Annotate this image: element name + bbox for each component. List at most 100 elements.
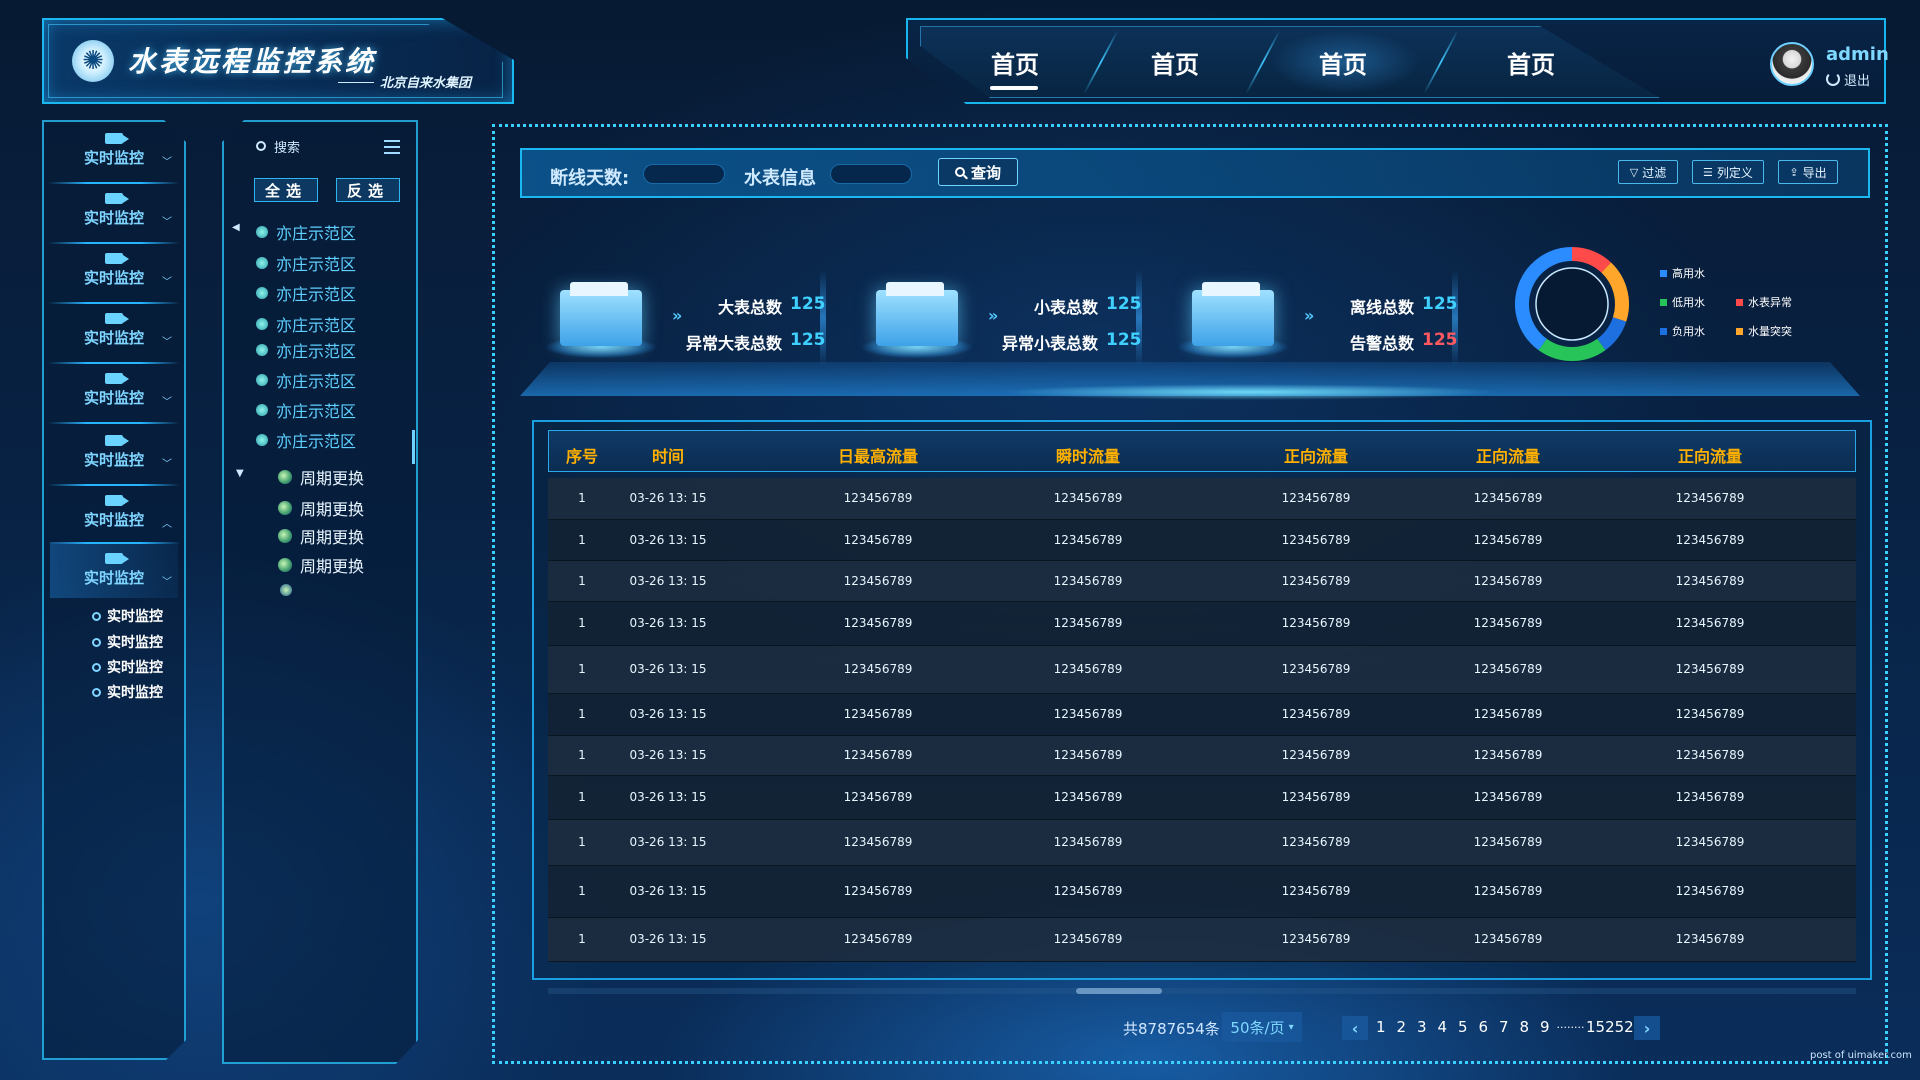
folder-icon xyxy=(560,282,642,346)
sidebar-item-realtime-monitor[interactable]: 实时监控 ﹀ xyxy=(50,542,178,598)
legend-label: 低用水 xyxy=(1672,296,1705,309)
table-cell: 123456789 xyxy=(1053,835,1123,849)
table-hscrollbar[interactable] xyxy=(548,988,1856,994)
sidebar-subitem-realtime-monitor[interactable]: 实时监控 xyxy=(92,632,163,652)
table-column-header[interactable]: 正向流量 xyxy=(1650,443,1770,467)
page-number[interactable]: 4 xyxy=(1438,1018,1448,1036)
caret-down-icon[interactable]: ▼ xyxy=(236,468,244,479)
page-number[interactable]: 5 xyxy=(1458,1018,1468,1036)
tree-node-region[interactable]: 亦庄示范区 xyxy=(256,220,356,244)
page-number[interactable]: 3 xyxy=(1417,1018,1427,1036)
sidebar-item-label: 实时监控 xyxy=(83,388,144,407)
page-number[interactable]: 1 xyxy=(1376,1018,1386,1036)
table-column-header[interactable]: 日最高流量 xyxy=(818,443,938,467)
tree-node-region[interactable]: 亦庄示范区 xyxy=(256,398,356,422)
table-cell: 123456789 xyxy=(1281,662,1351,676)
tree-node-region[interactable]: 亦庄示范区 xyxy=(256,428,356,452)
tree-search-input[interactable] xyxy=(274,138,364,158)
table-cell: 123456789 xyxy=(1053,532,1123,547)
page-size-select[interactable]: 50条/页 ▾ xyxy=(1222,1012,1302,1042)
table-column-header[interactable]: 时间 xyxy=(608,443,728,467)
sidebar-subitem-label: 实时监控 xyxy=(107,635,163,651)
export-button[interactable]: ⇪ 导出 xyxy=(1778,160,1838,184)
filter-button[interactable]: ▽ 过滤 xyxy=(1618,160,1678,184)
table-column-header[interactable]: 正向流量 xyxy=(1448,443,1568,467)
offline-days-label: 断线天数: xyxy=(550,168,630,189)
page-number[interactable]: 2 xyxy=(1397,1018,1407,1036)
table-cell: 123456789 xyxy=(1053,491,1123,505)
tree-node-region[interactable]: 亦庄示范区 xyxy=(256,312,356,336)
table-cell: 123456789 xyxy=(1675,616,1745,630)
table-cell: 03-26 13: 15 xyxy=(629,532,707,547)
page-number[interactable]: 8 xyxy=(1520,1018,1530,1036)
tab-home-3[interactable]: 首页 xyxy=(1268,30,1418,94)
tree-node-region[interactable]: 亦庄示范区 xyxy=(256,281,356,305)
table-column-header[interactable]: 正向流量 xyxy=(1256,443,1376,467)
sidebar-item-realtime-monitor[interactable]: 实时监控 ﹀ xyxy=(50,242,178,298)
stat-divider xyxy=(820,270,826,366)
select-all-button[interactable]: 全选 xyxy=(254,178,318,202)
circle-bullet-icon xyxy=(92,637,101,647)
table-column-header[interactable]: 瞬时流量 xyxy=(1028,443,1148,467)
sidebar-subitem-realtime-monitor[interactable]: 实时监控 xyxy=(92,657,163,677)
table-cell: 123456789 xyxy=(1675,491,1745,505)
sidebar-subitem-realtime-monitor[interactable]: 实时监控 xyxy=(92,606,163,626)
table-hscroll-thumb[interactable] xyxy=(1076,988,1162,994)
sidebar-divider xyxy=(48,302,180,304)
page-number[interactable]: 6 xyxy=(1479,1018,1489,1036)
tree-child-cycle-replace[interactable]: 周期更换 xyxy=(278,524,364,548)
column-define-button[interactable]: ☰ 列定义 xyxy=(1692,160,1764,184)
tree-node-region[interactable]: 亦庄示范区 xyxy=(256,368,356,392)
meter-info-input[interactable] xyxy=(830,164,912,184)
stat-label: 大表总数 xyxy=(717,298,782,317)
tree-node-region[interactable]: 亦庄示范区 xyxy=(256,338,356,362)
tab-home-4[interactable]: 首页 xyxy=(1456,30,1606,94)
tree-child-cycle-replace[interactable]: 周期更换 xyxy=(278,496,364,520)
sidebar-item-realtime-monitor[interactable]: 实时监控 ﹀ xyxy=(50,362,178,418)
logout-icon[interactable] xyxy=(1826,72,1840,86)
logout-link[interactable]: 退出 xyxy=(1844,70,1870,89)
tree-child-cycle-replace[interactable]: 周期更换 xyxy=(278,465,364,489)
page-ellipsis: ........ xyxy=(1556,1018,1585,1031)
menu-collapse-icon[interactable] xyxy=(384,140,400,154)
sidebar-item-realtime-monitor[interactable]: 实时监控 ﹀ xyxy=(50,302,178,358)
region-dot-icon xyxy=(256,257,268,269)
sidebar-item-realtime-monitor[interactable]: 实时监控 ﹀ xyxy=(50,122,178,178)
camera-icon xyxy=(105,434,129,446)
avatar[interactable] xyxy=(1770,42,1814,86)
table-cell: 123456789 xyxy=(1281,884,1351,898)
caret-left-icon[interactable]: ◀ xyxy=(232,222,240,233)
prev-page-button[interactable]: ‹ xyxy=(1342,1016,1368,1040)
search-icon xyxy=(954,167,965,177)
tree-child-cycle-replace[interactable]: 周期更换 xyxy=(278,553,364,577)
table-cell: 03-26 13: 15 xyxy=(629,835,707,849)
tree-scrollbar[interactable] xyxy=(412,430,415,464)
tree-node-region[interactable]: 亦庄示范区 xyxy=(256,251,356,275)
legend-item: 水量突突 xyxy=(1736,323,1792,339)
stat-label: 异常小表总数 xyxy=(1001,334,1098,353)
page-number[interactable]: 9 xyxy=(1540,1018,1550,1036)
status-donut-chart xyxy=(1515,247,1629,361)
sidebar-item-realtime-monitor[interactable]: 实时监控 ﹀ xyxy=(50,424,178,480)
next-page-button[interactable]: › xyxy=(1634,1016,1660,1040)
tab-home-2[interactable]: 首页 xyxy=(1100,30,1250,94)
page-number[interactable]: 7 xyxy=(1499,1018,1509,1036)
table-cell: 123456789 xyxy=(843,707,913,721)
query-button[interactable]: 查询 xyxy=(938,158,1018,186)
table-cell: 123456789 xyxy=(843,748,913,762)
table-cell: 123456789 xyxy=(843,835,913,849)
invert-select-button[interactable]: 反选 xyxy=(336,178,400,202)
tab-home-1[interactable]: 首页 xyxy=(940,30,1090,94)
sidebar-subitem-realtime-monitor[interactable]: 实时监控 xyxy=(92,682,163,702)
table-cell: 123456789 xyxy=(1675,532,1745,547)
table-cell: 123456789 xyxy=(1053,662,1123,676)
page-number-last[interactable]: 15252 xyxy=(1586,1018,1634,1036)
table-cell: 03-26 13: 15 xyxy=(629,662,707,676)
chevron-down-icon: ﹀ xyxy=(162,337,172,348)
offline-days-input[interactable] xyxy=(643,164,725,184)
legend-swatch xyxy=(1660,298,1667,306)
chevron-down-icon: ﹀ xyxy=(162,397,172,408)
circle-bullet-icon xyxy=(92,687,101,697)
sidebar-item-realtime-monitor[interactable]: 实时监控 ︿ xyxy=(50,484,178,540)
sidebar-item-realtime-monitor[interactable]: 实时监控 ﹀ xyxy=(50,182,178,238)
